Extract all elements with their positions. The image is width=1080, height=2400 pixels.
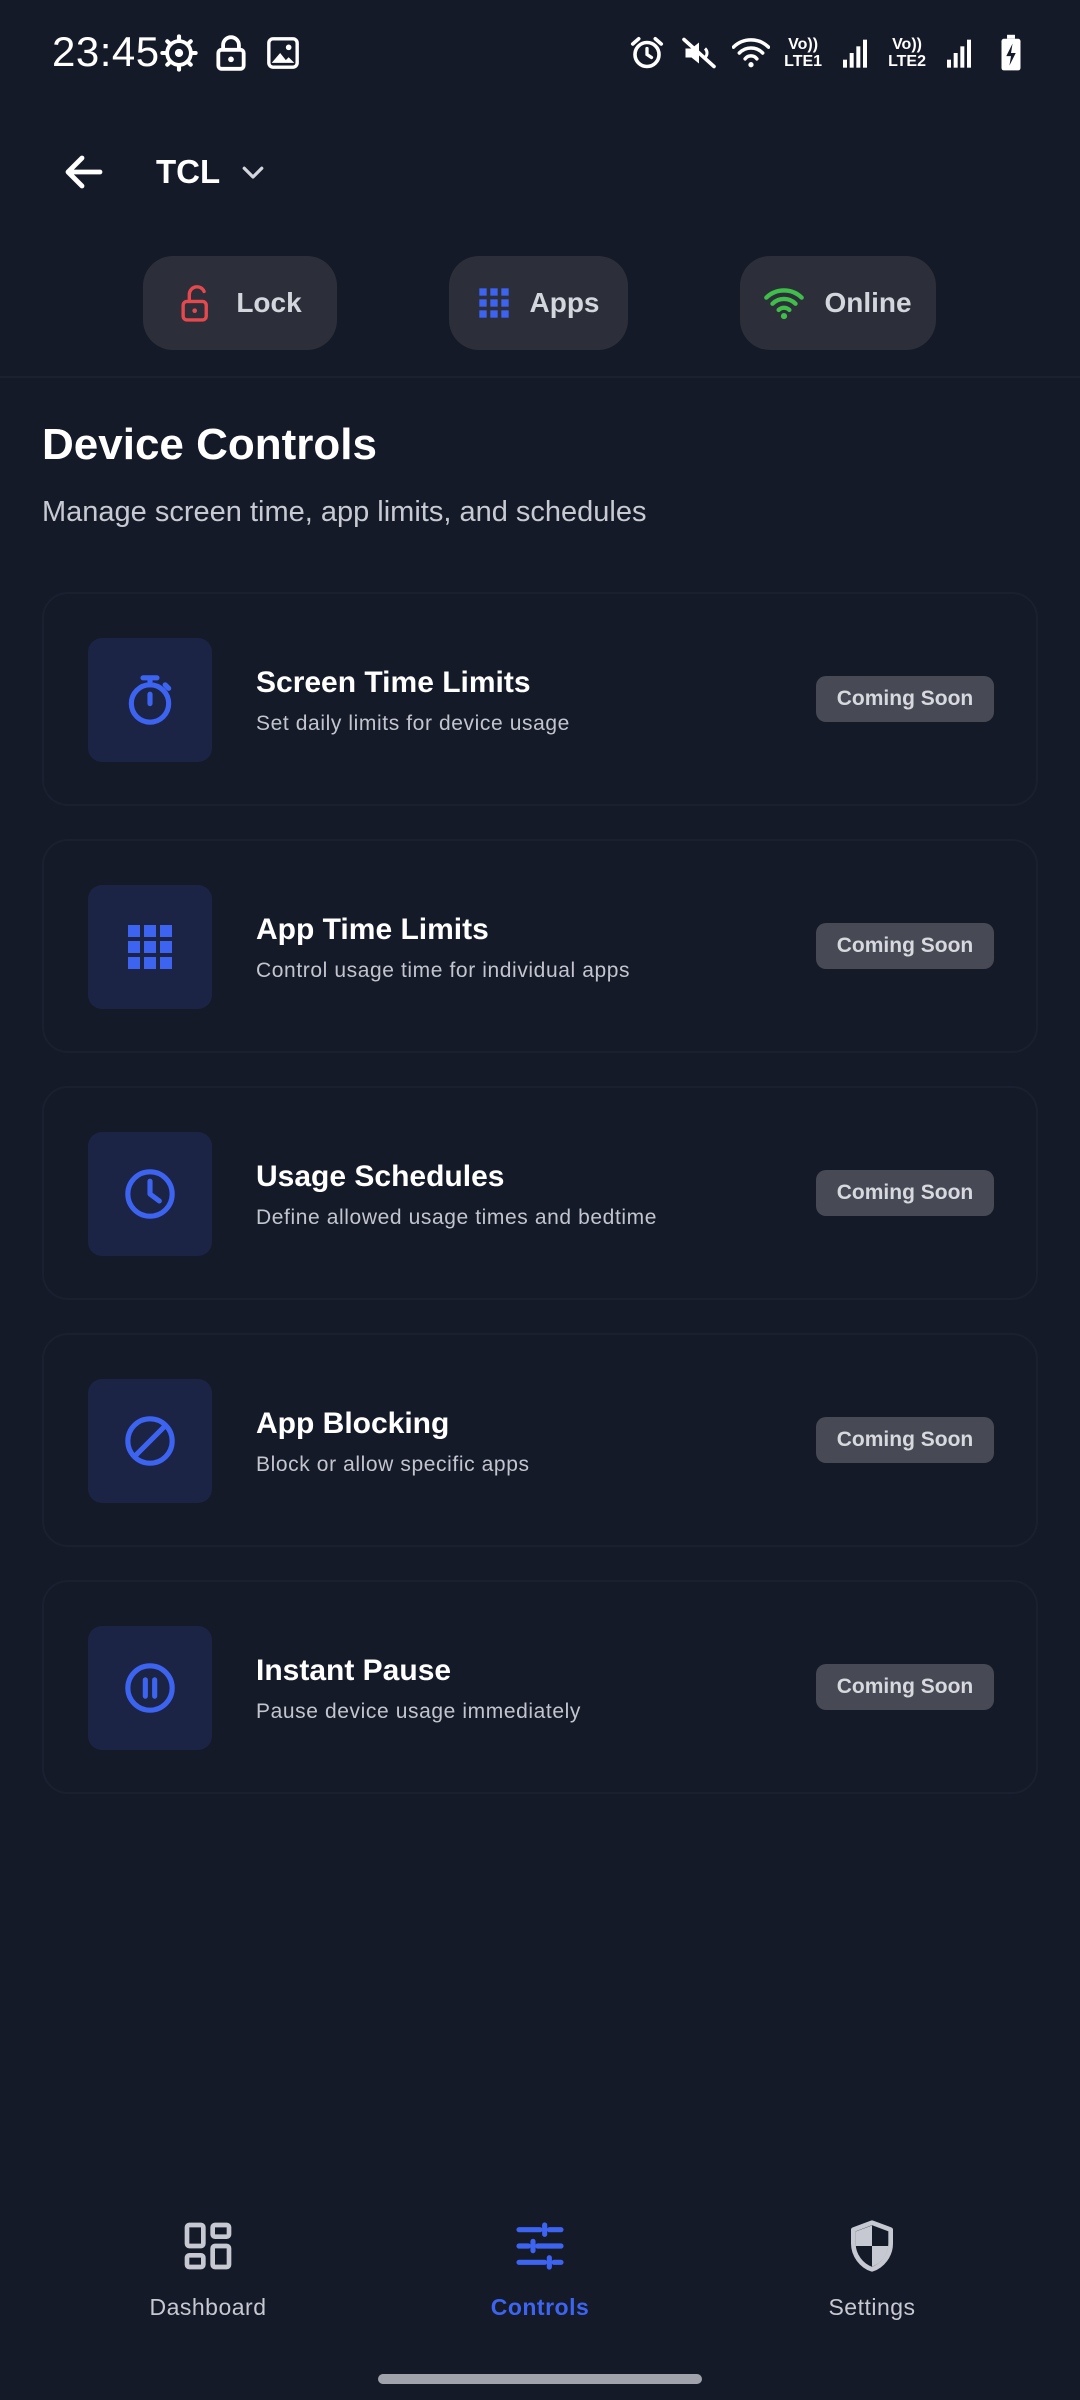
card-description: Pause device usage immediately [256, 1700, 582, 1723]
shield-icon [840, 2214, 904, 2278]
section-subtitle: Manage screen time, app limits, and sche… [42, 496, 647, 528]
mute-icon [680, 30, 718, 76]
nav-item-dashboard[interactable]: Dashboard [58, 2180, 358, 2330]
bottom-navigation: Dashboard Controls Settings [0, 2180, 1080, 2360]
sim2-lte-label: LTE2 [888, 53, 926, 70]
apps-chip-label: Apps [529, 287, 600, 318]
coming-soon-badge: Coming Soon [816, 676, 994, 722]
card-icon-box [88, 1379, 212, 1503]
card-title: Usage Schedules [256, 1160, 505, 1193]
sim1-volte-label: Vo)) [788, 36, 819, 53]
sliders-icon [508, 2214, 572, 2278]
pause-icon [125, 1663, 175, 1713]
sim2-indicator: Vo)) LTE2 [888, 36, 926, 70]
nav-item-controls[interactable]: Controls [390, 2180, 690, 2330]
control-card-app-blocking[interactable]: App Blocking Block or allow specific app… [42, 1333, 1038, 1547]
grid-icon [478, 288, 509, 318]
signal-icon [836, 30, 874, 76]
coming-soon-badge: Coming Soon [816, 1170, 994, 1216]
nav-label-dashboard: Dashboard [149, 2294, 267, 2320]
card-title: App Blocking [256, 1407, 450, 1440]
card-description: Control usage time for individual apps [256, 959, 631, 982]
block-icon [125, 1416, 175, 1466]
card-description: Block or allow specific apps [256, 1453, 530, 1476]
status-left-icons [160, 30, 302, 76]
card-description: Set daily limits for device usage [256, 712, 570, 735]
card-title: Screen Time Limits [256, 666, 531, 699]
home-indicator[interactable] [378, 2374, 702, 2384]
card-icon-box [88, 885, 212, 1009]
gear-icon [160, 30, 198, 76]
sim2-volte-label: Vo)) [892, 36, 922, 53]
control-card-screen-time-limits[interactable]: Screen Time Limits Set daily limits for … [42, 592, 1038, 806]
clock-icon [125, 1169, 175, 1219]
coming-soon-badge: Coming Soon [816, 1417, 994, 1463]
card-icon-box [88, 638, 212, 762]
alarm-icon [628, 30, 666, 76]
control-card-app-time-limits[interactable]: App Time Limits Control usage time for i… [42, 839, 1038, 1053]
battery-charging-icon [992, 30, 1030, 76]
status-time: 23:45 [52, 28, 160, 75]
control-card-instant-pause[interactable]: Instant Pause Pause device usage immedia… [42, 1580, 1038, 1794]
wifi-icon [764, 288, 805, 320]
lock-chip[interactable]: Lock [143, 256, 337, 350]
online-chip-label: Online [824, 287, 912, 318]
nav-label-settings: Settings [828, 2294, 916, 2320]
back-button[interactable] [52, 140, 116, 204]
card-title: Instant Pause [256, 1654, 452, 1687]
sim1-indicator: Vo)) LTE1 [784, 36, 822, 70]
wifi-icon [732, 30, 771, 76]
card-icon-box [88, 1626, 212, 1750]
card-icon-box [88, 1132, 212, 1256]
signal-icon [940, 30, 978, 76]
section-title: Device Controls [42, 420, 377, 469]
coming-soon-badge: Coming Soon [816, 1664, 994, 1710]
nav-item-settings[interactable]: Settings [722, 2180, 1022, 2330]
status-right-icons: Vo)) LTE1 Vo)) LTE2 [628, 30, 1030, 76]
card-description: Define allowed usage times and bedtime [256, 1206, 658, 1229]
grid-icon [128, 925, 172, 969]
lock-chip-label: Lock [236, 287, 302, 318]
stopwatch-icon [128, 675, 172, 725]
sim1-lte-label: LTE1 [784, 53, 823, 70]
status-bar: 23:45 Vo)) LTE1 Vo)) LTE2 [0, 0, 1080, 110]
lock-icon [212, 30, 250, 76]
image-icon [264, 30, 302, 76]
arrow-left-icon [65, 155, 103, 189]
coming-soon-badge: Coming Soon [816, 923, 994, 969]
header-divider [0, 376, 1080, 378]
apps-chip[interactable]: Apps [449, 256, 628, 350]
device-selector[interactable]: TCL [156, 144, 268, 200]
nav-label-controls: Controls [490, 2294, 590, 2320]
control-card-usage-schedules[interactable]: Usage Schedules Define allowed usage tim… [42, 1086, 1038, 1300]
card-title: App Time Limits [256, 913, 489, 946]
unlock-icon [181, 285, 209, 322]
dashboard-icon [176, 2214, 240, 2278]
device-name: TCL [156, 153, 221, 190]
online-chip[interactable]: Online [740, 256, 936, 350]
chevron-down-icon [242, 166, 264, 179]
device-controls-screen: 23:45 Vo)) LTE1 Vo)) LTE2 TCL Lock Apps … [0, 0, 1080, 2400]
